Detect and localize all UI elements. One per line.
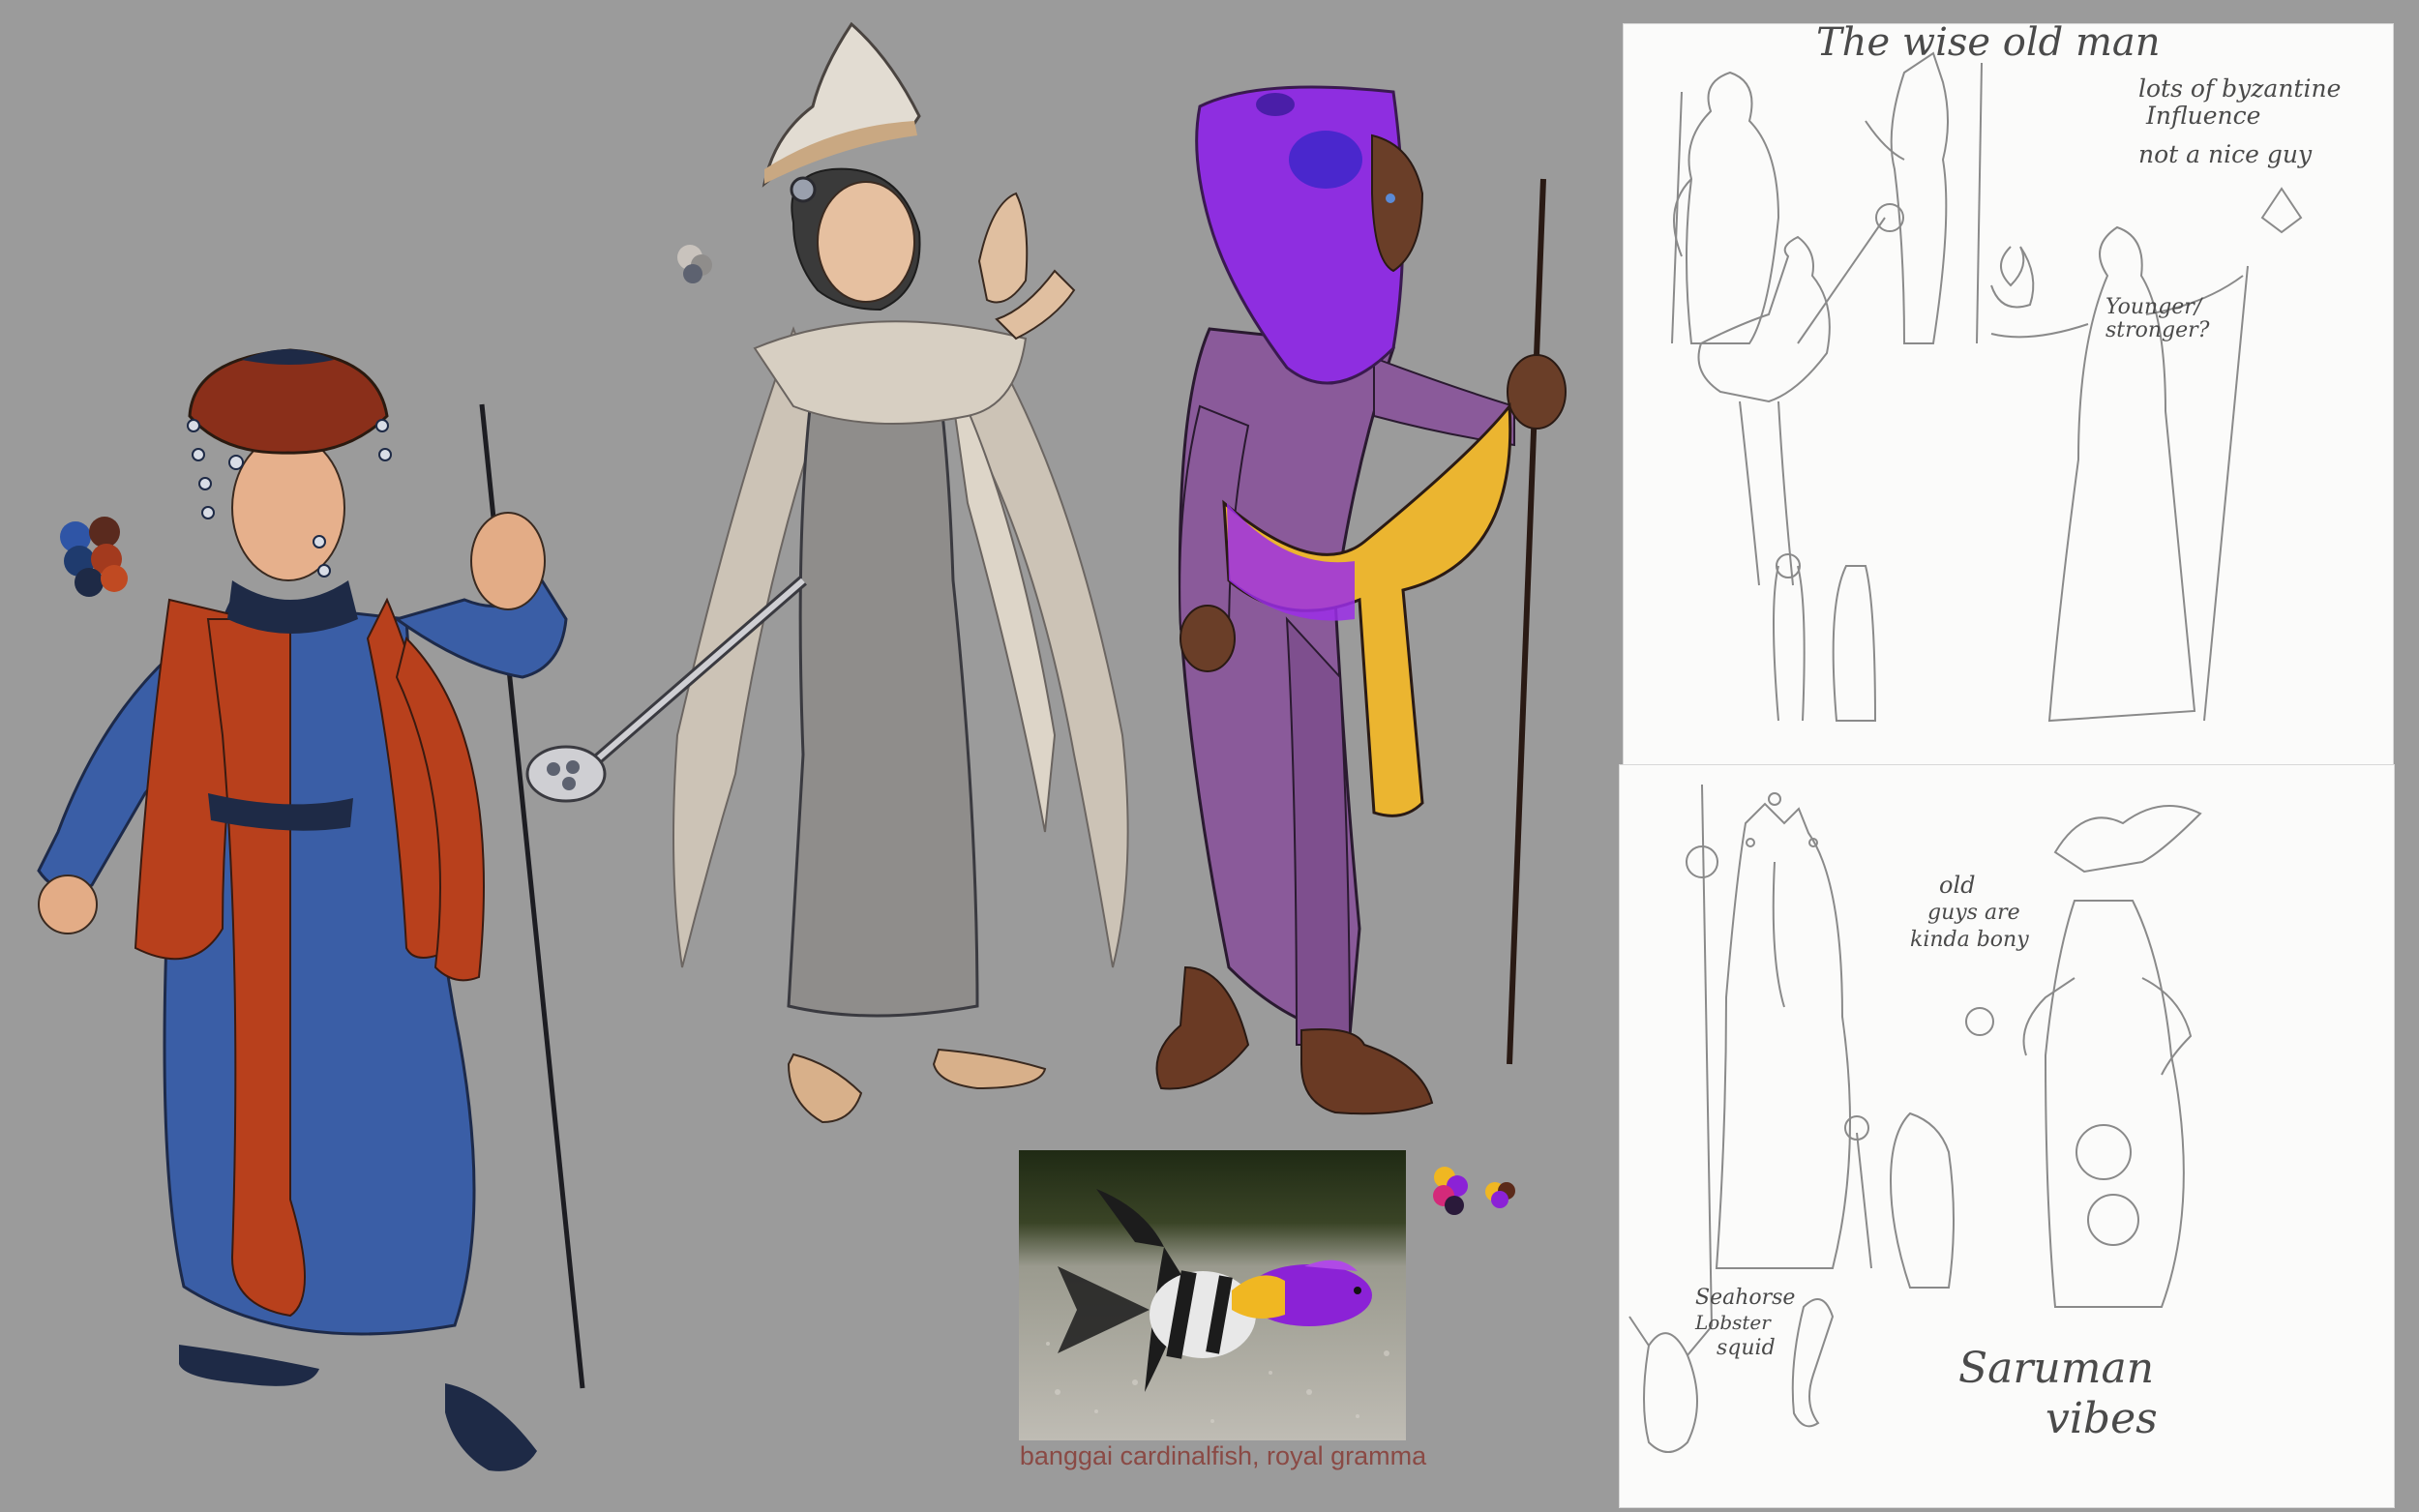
palette-old-wizard <box>60 517 128 597</box>
sketch-top-drawings <box>1671 51 2303 723</box>
palette-white-wizard <box>677 245 712 283</box>
sketch-note-guys-are: guys are <box>1927 901 2020 925</box>
reference-photo-caption: banggai cardinalfish, royal gramma <box>1019 1441 1427 1470</box>
sketch-note-old: old <box>1939 872 1976 899</box>
sketch-note-vibes: vibes <box>2046 1394 2158 1443</box>
sketch-note-kinda-bony: kinda bony <box>1910 928 2029 952</box>
sketch-note-younger: Younger/ <box>2105 295 2202 319</box>
sketch-note-stronger: stronger? <box>2105 318 2210 342</box>
sketch-note-influence: Influence <box>2146 102 2261 130</box>
sketch-note-not-nice: not a nice guy <box>2138 140 2313 168</box>
sketch-note-byzantine: lots of byzantine <box>2138 74 2342 103</box>
sketch-note-squid: squid <box>1717 1336 1776 1360</box>
sketch-note-lobster: Lobster <box>1695 1311 1771 1334</box>
sketch-sheet-bottom: old guys are kinda bony Seahorse Lobster… <box>1619 764 2395 1508</box>
reference-photo <box>1019 1150 1406 1440</box>
sketch-bottom-drawings <box>1628 784 2202 1453</box>
fish-photo-image <box>1019 1150 1406 1440</box>
sketch-title: The wise old man <box>1816 20 2161 65</box>
palette-purple-wizard <box>1433 1167 1515 1215</box>
sketch-note-seahorse: Seahorse <box>1695 1286 1796 1310</box>
sketch-sheet-top: The wise old man lots of byzantine Influ… <box>1623 20 2394 765</box>
sketch-note-saruman: Saruman <box>1958 1344 2155 1393</box>
